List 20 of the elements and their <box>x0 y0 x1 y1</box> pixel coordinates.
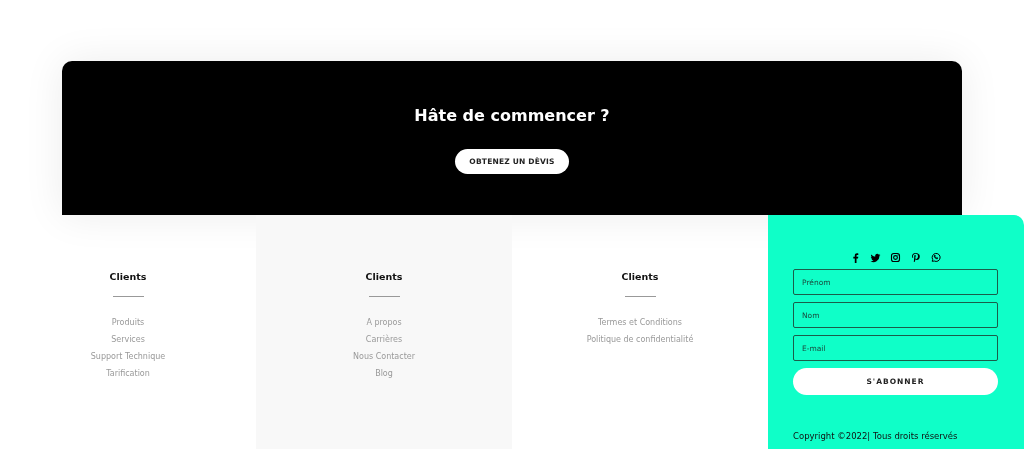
footer-link[interactable]: Carrières <box>365 331 403 348</box>
banner-title: Hâte de commencer ? <box>414 106 610 125</box>
footer-link[interactable]: Services <box>111 331 145 348</box>
copyright-text: Copyright ©2022| Tous droits réservés <box>793 431 959 441</box>
pinterest-icon[interactable] <box>910 252 921 263</box>
footer-link[interactable]: Blog <box>375 365 393 382</box>
footer-link[interactable]: Politique de confidentialité <box>586 331 694 348</box>
instagram-icon[interactable] <box>890 252 901 263</box>
footer-link[interactable]: A propos <box>366 314 402 331</box>
footer-link[interactable]: Support Technique <box>90 348 166 365</box>
twitter-icon[interactable] <box>870 252 881 263</box>
footer-link[interactable]: Nous Contacter <box>353 348 415 365</box>
facebook-icon[interactable] <box>850 252 861 263</box>
whatsapp-icon[interactable] <box>930 252 941 263</box>
footer-link[interactable]: Produits <box>111 314 145 331</box>
column-heading: Clients <box>621 271 659 282</box>
column-heading: Clients <box>109 271 147 282</box>
footer-link[interactable]: Tarification <box>106 365 150 382</box>
footer-link[interactable]: Termes et Conditions <box>598 314 682 331</box>
column-heading: Clients <box>365 271 403 282</box>
